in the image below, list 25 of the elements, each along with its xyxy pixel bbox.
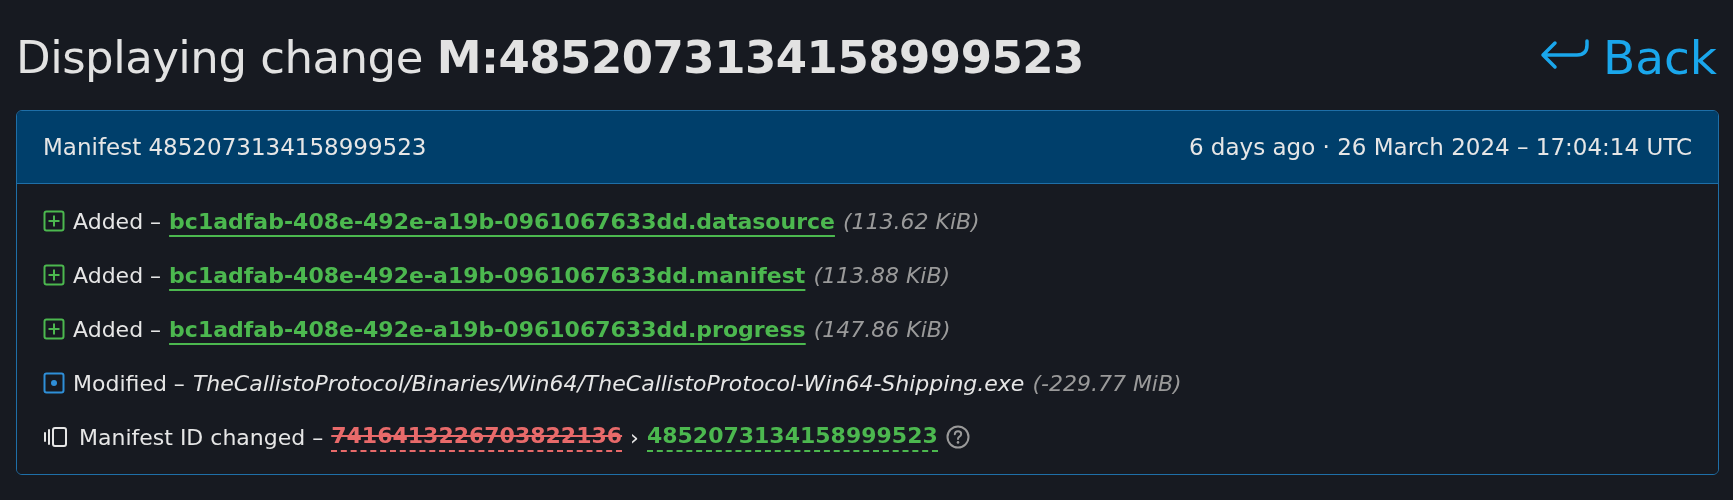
- dot-square-icon: [43, 372, 65, 394]
- new-manifest-id: 4852073134158999523: [646, 422, 938, 452]
- old-manifest-id: 7416413226703822136: [331, 422, 623, 452]
- manifest-title: Manifest 4852073134158999523: [43, 134, 427, 160]
- file-path: TheCallistoProtocol/Binaries/Win64/TheCallistoProtocol-Win64-Shipping.exe: [192, 370, 1025, 396]
- separator: ›: [630, 424, 639, 450]
- size-delta: (147.86 KiB): [813, 316, 951, 342]
- back-link[interactable]: Back: [1538, 29, 1719, 85]
- plus-square-icon: [43, 264, 65, 286]
- size-delta: (113.62 KiB): [842, 208, 980, 234]
- file-link[interactable]: bc1adfab-408e-492e-a19b-0961067633dd.datasource: [169, 208, 835, 234]
- change-label: Manifest ID changed –: [79, 424, 324, 450]
- file-link[interactable]: bc1adfab-408e-492e-a19b-0961067633dd.manifest: [169, 262, 806, 288]
- change-label: Added –: [73, 316, 162, 342]
- change-label: Added –: [73, 208, 162, 234]
- size-delta: (113.88 KiB): [813, 262, 951, 288]
- page-title: Displaying change M:4852073134158999523: [16, 30, 1084, 84]
- timestamp: 6 days ago · 26 March 2024 – 17:04:14 UTC: [1188, 134, 1692, 160]
- change-label: Added –: [73, 262, 162, 288]
- plus-square-icon: [43, 318, 65, 340]
- change-label: Modified –: [73, 370, 185, 396]
- file-link[interactable]: bc1adfab-408e-492e-a19b-0961067633dd.progress: [169, 316, 806, 342]
- help-icon[interactable]: [945, 425, 970, 449]
- size-delta: (-229.77 MiB): [1032, 370, 1182, 396]
- plus-square-icon: [43, 210, 65, 232]
